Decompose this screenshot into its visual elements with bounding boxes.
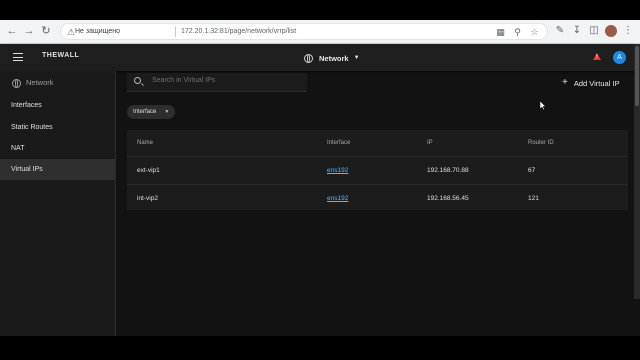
app-header: THEWALL Network ▼ ! A: [0, 44, 640, 71]
mouse-cursor: [540, 101, 546, 110]
column-header-name[interactable]: Name: [137, 140, 153, 146]
zoom-icon[interactable]: ⚲: [512, 27, 523, 38]
address-bar[interactable]: ⚠ Не защищено 172.20.1.32:81/page/networ…: [60, 23, 548, 40]
add-virtual-ip-button[interactable]: + Add Virtual IP: [562, 76, 620, 90]
globe-icon: [304, 53, 313, 63]
search-field[interactable]: Search in Virtual IPs: [127, 73, 307, 92]
section-selector[interactable]: Network ▼: [304, 51, 360, 65]
column-header-ip[interactable]: IP: [427, 140, 433, 146]
cell-interface-link[interactable]: ens192: [327, 195, 348, 202]
browser-profile-avatar[interactable]: [605, 25, 617, 37]
chevron-down-icon: ▼: [353, 55, 360, 61]
globe-icon: [12, 79, 21, 88]
sidebar-header-label: Network: [26, 78, 54, 87]
extensions-icon[interactable]: ✎: [554, 25, 566, 37]
cell-name: ext-vip1: [137, 167, 160, 174]
add-virtual-ip-label: Add Virtual IP: [573, 78, 620, 88]
page-scrollbar[interactable]: [634, 44, 640, 299]
cell-name: int-vip2: [137, 195, 158, 202]
download-icon[interactable]: ↧: [571, 25, 583, 37]
avatar[interactable]: A: [613, 51, 626, 64]
sidebar-item-interfaces[interactable]: Interfaces: [0, 95, 115, 116]
bookmark-star-icon[interactable]: ☆: [529, 27, 540, 38]
sidebar-header[interactable]: Network: [0, 71, 116, 95]
sidebar: Network Interfaces Static Routes NAT Vir…: [0, 71, 116, 336]
app-root: THEWALL Network ▼ ! A Network Interfaces…: [0, 44, 640, 336]
cell-router-id: 67: [528, 167, 536, 174]
menu-icon[interactable]: [13, 53, 23, 61]
sidebar-item-nat[interactable]: NAT: [0, 138, 115, 159]
omnibox-divider: [175, 27, 176, 37]
scrollbar-thumb[interactable]: [635, 46, 639, 106]
cell-router-id: 121: [528, 195, 539, 202]
brand-logo[interactable]: THEWALL: [42, 52, 79, 59]
browser-menu-icon[interactable]: ⋮: [622, 25, 634, 37]
side-panel-icon[interactable]: ◫: [588, 25, 600, 37]
search-input[interactable]: Search in Virtual IPs: [152, 77, 215, 84]
cell-interface-link[interactable]: ens192: [327, 167, 348, 174]
column-header-interface[interactable]: Interface: [327, 140, 350, 146]
reload-icon[interactable]: ↻: [39, 24, 53, 38]
virtual-ips-table: Name Interface IP Router ID ext-vip1 ens…: [127, 130, 628, 210]
interface-filter-label: Interface: [133, 109, 157, 115]
browser-toolbar: ← → ↻ ⚠ Не защищено 172.20.1.32:81/page/…: [0, 20, 640, 44]
translate-icon[interactable]: ▦: [495, 27, 506, 38]
sidebar-item-static-routes[interactable]: Static Routes: [0, 117, 115, 138]
security-label[interactable]: Не защищено: [75, 26, 120, 38]
table-row[interactable]: int-vip2 ens192 192.168.56.45 121: [127, 184, 628, 212]
plus-icon: +: [562, 77, 568, 88]
back-icon[interactable]: ←: [5, 24, 19, 38]
section-selector-label: Network: [319, 53, 349, 63]
forward-icon[interactable]: →: [22, 24, 36, 38]
search-icon: [134, 77, 141, 84]
cell-ip: 192.168.56.45: [427, 195, 469, 202]
sidebar-item-virtual-ips[interactable]: Virtual IPs: [0, 159, 115, 180]
column-header-router-id[interactable]: Router ID: [528, 140, 554, 146]
table-row[interactable]: ext-vip1 ens192 192.168.70.88 67: [127, 156, 628, 184]
url-text[interactable]: 172.20.1.32:81/page/network/vrrp/list: [181, 26, 296, 38]
screen: ← → ↻ ⚠ Не защищено 172.20.1.32:81/page/…: [0, 0, 640, 360]
interface-filter-chip[interactable]: Interface ▼: [127, 105, 176, 119]
chevron-down-icon: ▼: [164, 109, 170, 115]
alert-symbol: !: [596, 54, 598, 60]
cell-ip: 192.168.70.88: [427, 167, 469, 174]
alert-icon[interactable]: !: [593, 53, 601, 60]
